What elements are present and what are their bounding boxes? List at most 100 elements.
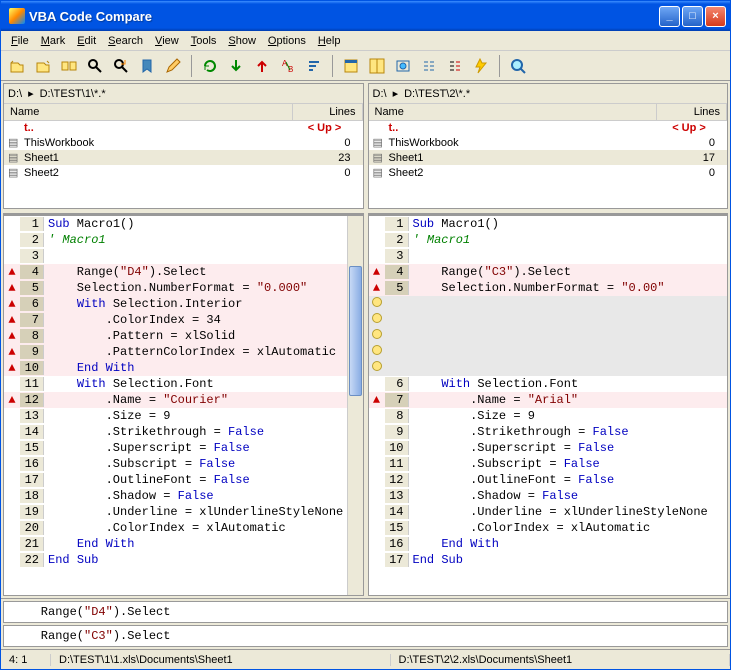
col-lines[interactable]: Lines xyxy=(293,104,363,120)
bookmark-button[interactable] xyxy=(135,54,159,78)
code-line[interactable]: 14 .Underline = xlUnderlineStyleNone xyxy=(369,504,728,520)
code-text: .Subscript = False xyxy=(44,457,347,471)
open-right-button[interactable] xyxy=(31,54,55,78)
menu-file[interactable]: File xyxy=(5,33,35,49)
code-line[interactable]: 19 .Underline = xlUnderlineStyleNone xyxy=(4,504,347,520)
code-line[interactable]: ▲7 .Name = "Arial" xyxy=(369,392,728,408)
code-line[interactable]: 21 End With xyxy=(4,536,347,552)
col-name[interactable]: Name xyxy=(4,104,293,120)
path-label[interactable]: D:\TEST\1\*.* xyxy=(40,88,106,100)
menu-search[interactable]: Search xyxy=(102,33,149,49)
path-label[interactable]: D:\TEST\2\*.* xyxy=(404,88,470,100)
code-line[interactable]: 13 .Shadow = False xyxy=(369,488,728,504)
sort-button[interactable] xyxy=(302,54,326,78)
vertical-scrollbar[interactable] xyxy=(347,216,363,595)
code-line[interactable]: ▲7 .ColorIndex = 34 xyxy=(4,312,347,328)
win1-button[interactable] xyxy=(339,54,363,78)
refresh-button[interactable] xyxy=(198,54,222,78)
up-row[interactable]: t..< Up > xyxy=(4,121,363,135)
file-row[interactable]: ▤Sheet117 xyxy=(369,150,728,165)
menu-edit[interactable]: Edit xyxy=(71,33,102,49)
code-line[interactable]: 10 .Superscript = False xyxy=(369,440,728,456)
code-line[interactable]: 16 End With xyxy=(369,536,728,552)
code-line[interactable]: ▲12 .Name = "Courier" xyxy=(4,392,347,408)
maximize-button[interactable]: □ xyxy=(682,6,703,27)
code-line[interactable] xyxy=(369,328,728,344)
file-row[interactable]: ▤ThisWorkbook0 xyxy=(369,135,728,150)
code-line[interactable]: 14 .Strikethrough = False xyxy=(4,424,347,440)
code-line[interactable]: ▲6 With Selection.Interior xyxy=(4,296,347,312)
code-line[interactable]: 3 xyxy=(369,248,728,264)
win2-button[interactable] xyxy=(365,54,389,78)
menu-tools[interactable]: Tools xyxy=(185,33,223,49)
left-breadcrumb[interactable]: D:\ ▸ D:\TEST\1\*.* xyxy=(4,84,363,104)
next-diff-button[interactable] xyxy=(224,54,248,78)
code-line[interactable]: ▲5 Selection.NumberFormat = "0.000" xyxy=(4,280,347,296)
code-line[interactable] xyxy=(369,344,728,360)
code-line[interactable]: ▲4 Range("D4").Select xyxy=(4,264,347,280)
code-line[interactable]: ▲5 Selection.NumberFormat = "0.00" xyxy=(369,280,728,296)
col-lines[interactable]: Lines xyxy=(657,104,727,120)
code-line[interactable]: ▲9 .PatternColorIndex = xlAutomatic xyxy=(4,344,347,360)
menu-help[interactable]: Help xyxy=(312,33,347,49)
drive-label[interactable]: D:\ xyxy=(8,88,22,100)
code-line[interactable]: ▲8 .Pattern = xlSolid xyxy=(4,328,347,344)
code-line[interactable] xyxy=(369,296,728,312)
code-line[interactable]: 12 .OutlineFont = False xyxy=(369,472,728,488)
right-code-area[interactable]: 1Sub Macro1()2' Macro13▲4 Range("C3").Se… xyxy=(369,214,728,595)
code-line[interactable]: 2' Macro1 xyxy=(4,232,347,248)
right-file-list[interactable]: NameLinest..< Up >▤ThisWorkbook0▤Sheet11… xyxy=(369,104,728,204)
minimize-button[interactable]: _ xyxy=(659,6,680,27)
code-line[interactable]: 20 .ColorIndex = xlAutomatic xyxy=(4,520,347,536)
code-line[interactable]: 8 .Size = 9 xyxy=(369,408,728,424)
code-line[interactable]: 1Sub Macro1() xyxy=(4,216,347,232)
code-line[interactable]: 16 .Subscript = False xyxy=(4,456,347,472)
code-line[interactable]: 6 With Selection.Font xyxy=(369,376,728,392)
code-line[interactable]: ▲4 Range("C3").Select xyxy=(369,264,728,280)
file-row[interactable]: ▤Sheet20 xyxy=(369,165,728,180)
drive-label[interactable]: D:\ xyxy=(373,88,387,100)
file-row[interactable]: ▤ThisWorkbook0 xyxy=(4,135,363,150)
right-breadcrumb[interactable]: D:\ ▸ D:\TEST\2\*.* xyxy=(369,84,728,104)
flash-button[interactable] xyxy=(469,54,493,78)
up-row[interactable]: t..< Up > xyxy=(369,121,728,135)
sync-v-button[interactable] xyxy=(417,54,441,78)
sync-h-button[interactable] xyxy=(391,54,415,78)
open-left-button[interactable] xyxy=(5,54,29,78)
left-file-list[interactable]: NameLinest..< Up >▤ThisWorkbook0▤Sheet12… xyxy=(4,104,363,204)
file-row[interactable]: ▤Sheet20 xyxy=(4,165,363,180)
code-line[interactable]: 1Sub Macro1() xyxy=(369,216,728,232)
code-line[interactable]: ▲10 End With xyxy=(4,360,347,376)
code-line[interactable] xyxy=(369,360,728,376)
titlebar[interactable]: VBA Code Compare _ □ × xyxy=(1,1,730,31)
close-button[interactable]: × xyxy=(705,6,726,27)
menu-options[interactable]: Options xyxy=(262,33,312,49)
merge-ab-button[interactable]: AB xyxy=(276,54,300,78)
word-wrap-button[interactable] xyxy=(443,54,467,78)
code-line[interactable]: 13 .Size = 9 xyxy=(4,408,347,424)
menu-mark[interactable]: Mark xyxy=(35,33,71,49)
code-line[interactable]: 9 .Strikethrough = False xyxy=(369,424,728,440)
code-line[interactable] xyxy=(369,312,728,328)
prev-diff-button[interactable] xyxy=(250,54,274,78)
col-name[interactable]: Name xyxy=(369,104,658,120)
code-line[interactable]: 18 .Shadow = False xyxy=(4,488,347,504)
code-line[interactable]: 3 xyxy=(4,248,347,264)
code-line[interactable]: 11 With Selection.Font xyxy=(4,376,347,392)
left-code-area[interactable]: 1Sub Macro1()2' Macro13▲4 Range("D4").Se… xyxy=(4,214,363,595)
code-line[interactable]: 22End Sub xyxy=(4,552,347,568)
code-line[interactable]: 15 .Superscript = False xyxy=(4,440,347,456)
zoom-button[interactable] xyxy=(506,54,530,78)
edit-pencil-button[interactable] xyxy=(161,54,185,78)
find-button[interactable] xyxy=(83,54,107,78)
file-row[interactable]: ▤Sheet123 xyxy=(4,150,363,165)
code-line[interactable]: 15 .ColorIndex = xlAutomatic xyxy=(369,520,728,536)
code-line[interactable]: 2' Macro1 xyxy=(369,232,728,248)
menu-view[interactable]: View xyxy=(149,33,185,49)
open-both-button[interactable] xyxy=(57,54,81,78)
code-line[interactable]: 17 .OutlineFont = False xyxy=(4,472,347,488)
code-line[interactable]: 11 .Subscript = False xyxy=(369,456,728,472)
goto-button[interactable] xyxy=(109,54,133,78)
code-line[interactable]: 17End Sub xyxy=(369,552,728,568)
menu-show[interactable]: Show xyxy=(222,33,262,49)
